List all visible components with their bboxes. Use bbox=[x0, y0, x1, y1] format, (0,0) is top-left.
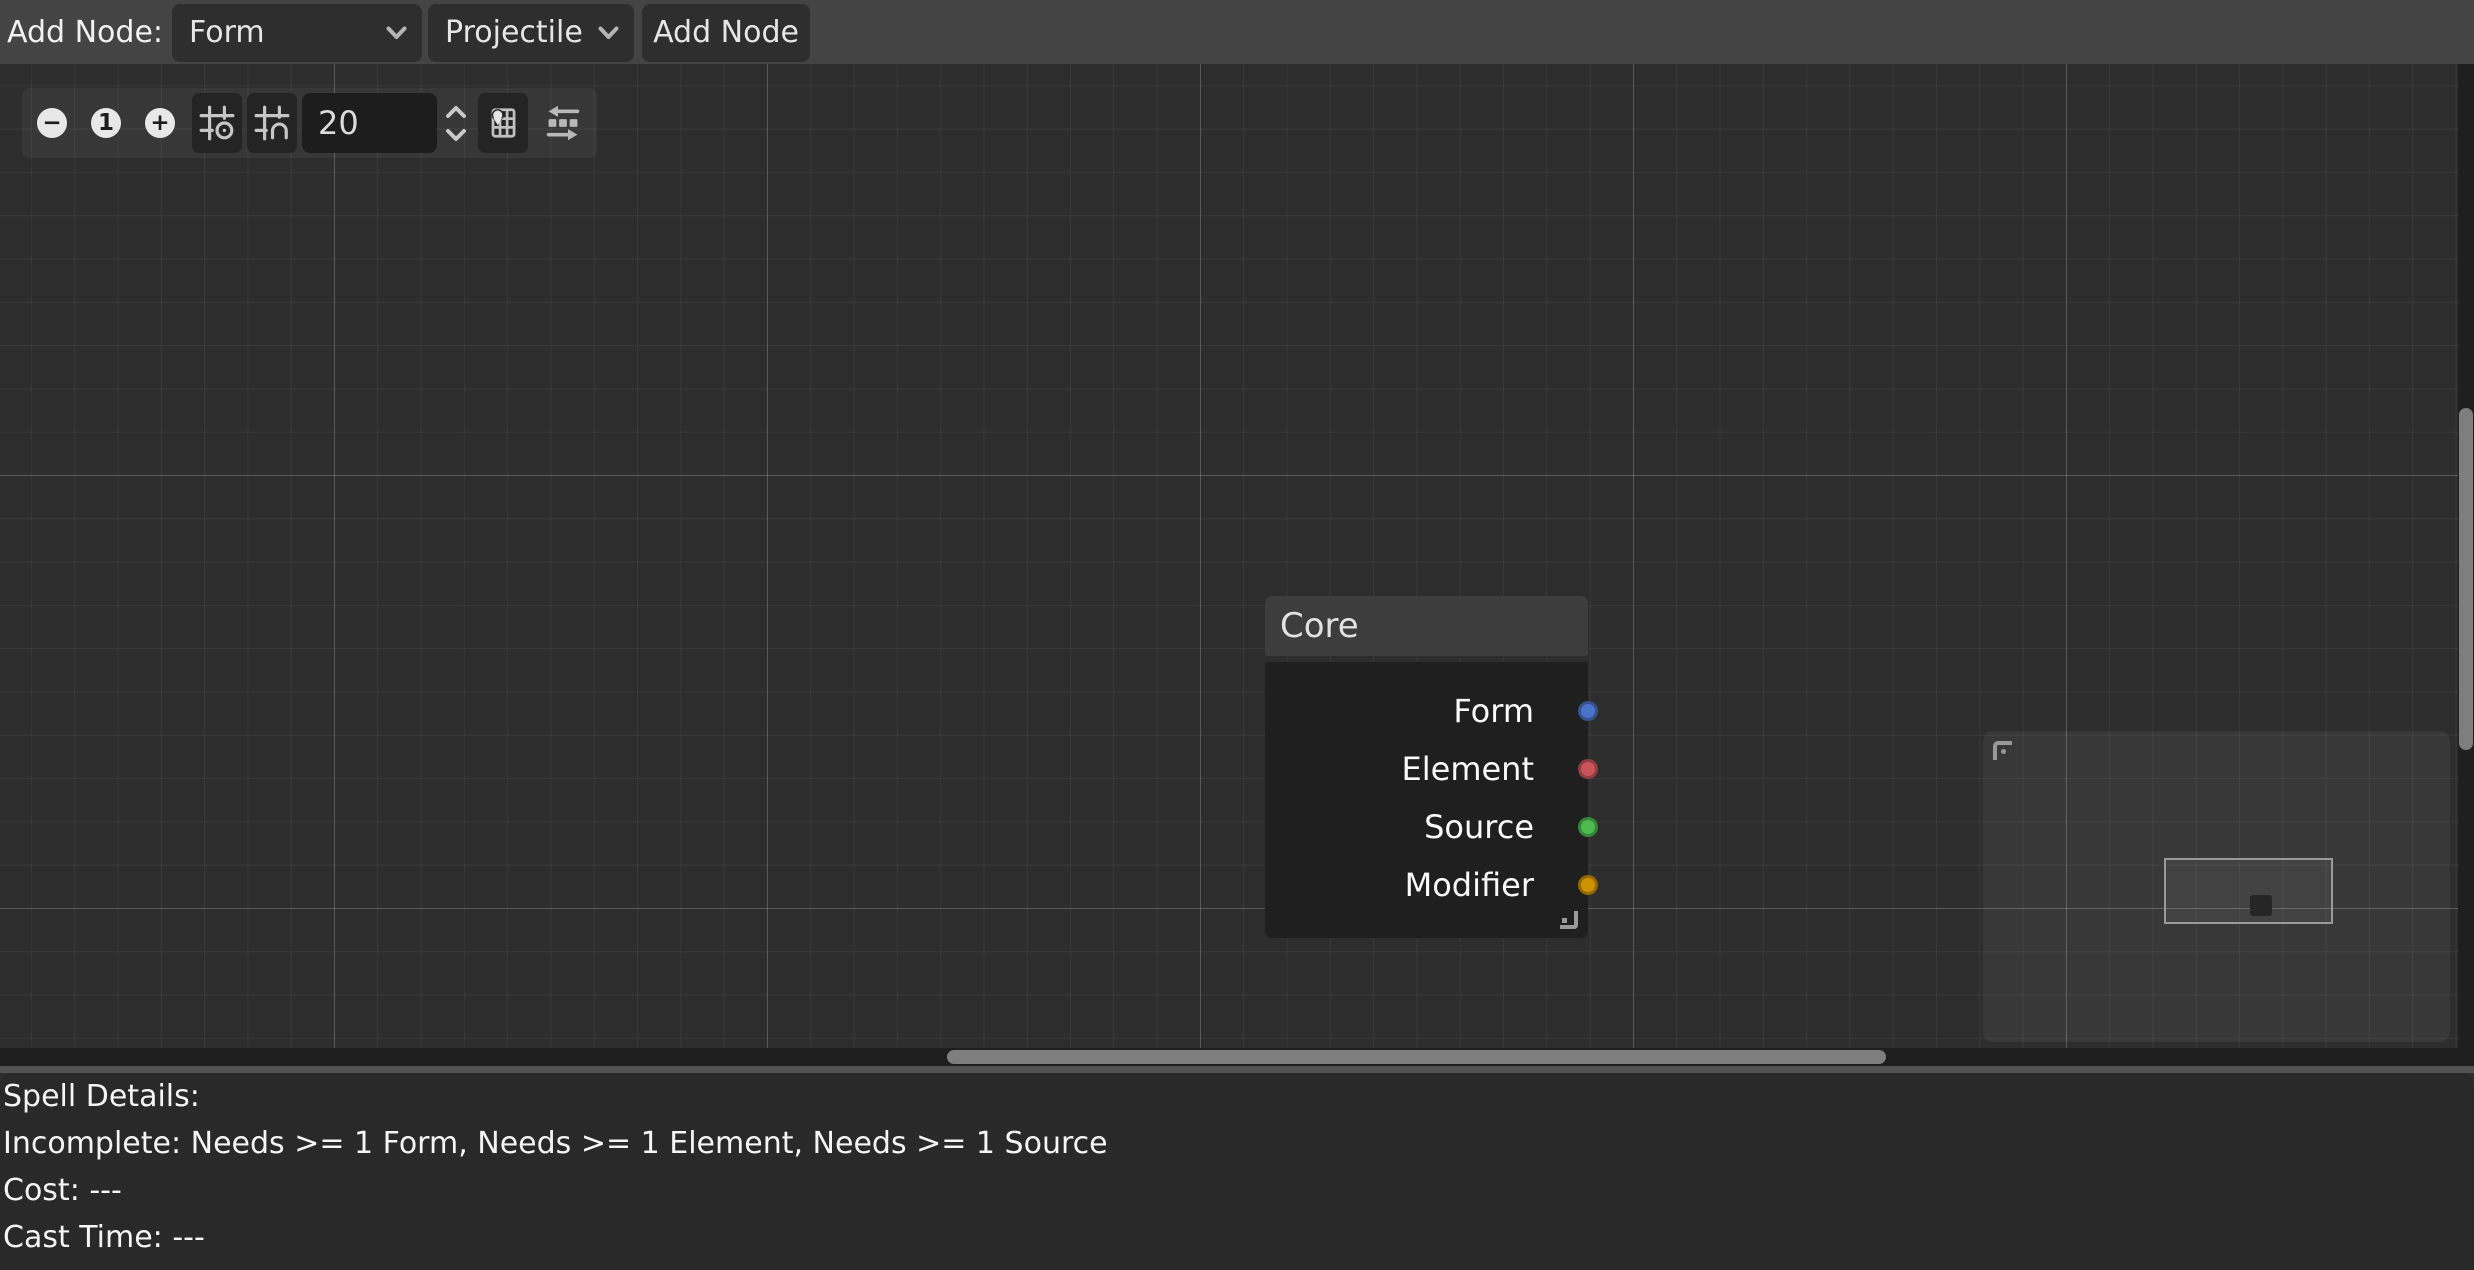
stepper-up-icon[interactable] bbox=[445, 105, 467, 119]
spell-details-panel: Spell Details: Incomplete: Needs >= 1 Fo… bbox=[0, 1073, 2474, 1270]
snap-toggle-button[interactable] bbox=[247, 93, 297, 153]
port-modifier[interactable] bbox=[1578, 875, 1598, 895]
port-source[interactable] bbox=[1578, 817, 1598, 837]
minimap-resize-handle-icon[interactable] bbox=[1993, 741, 2012, 760]
port-form[interactable] bbox=[1578, 701, 1598, 721]
port-label: Form bbox=[1453, 692, 1534, 730]
node-category-value: Form bbox=[189, 15, 265, 50]
spell-details-title: Spell Details: bbox=[3, 1073, 2474, 1120]
node-type-value: Projectile bbox=[445, 15, 583, 50]
horizontal-scrollbar-thumb[interactable] bbox=[947, 1050, 1886, 1064]
vertical-scrollbar-thumb[interactable] bbox=[2459, 408, 2473, 750]
stepper-down-icon[interactable] bbox=[445, 128, 467, 142]
port-row-form: Form bbox=[1265, 682, 1588, 740]
node-resize-handle-icon[interactable] bbox=[1560, 911, 1578, 929]
graph-minimap[interactable] bbox=[1983, 731, 2450, 1042]
arrange-nodes-button[interactable] bbox=[538, 93, 588, 153]
node-title-bar[interactable]: Core bbox=[1265, 596, 1588, 656]
port-label: Modifier bbox=[1405, 866, 1534, 904]
port-row-source: Source bbox=[1265, 798, 1588, 856]
spell-cost-text: Cost: --- bbox=[3, 1167, 2474, 1214]
node-category-dropdown[interactable]: Form bbox=[172, 4, 422, 62]
grid-dot-icon bbox=[198, 104, 236, 142]
chevron-down-icon bbox=[386, 26, 407, 40]
minimap-grid-pin-icon bbox=[484, 104, 522, 142]
add-node-toolbar: Add Node: Form Projectile Add Node bbox=[0, 0, 2474, 64]
port-element[interactable] bbox=[1578, 759, 1598, 779]
add-node-label: Add Node: bbox=[7, 15, 163, 50]
grid-magnet-icon bbox=[253, 104, 291, 142]
node-type-dropdown[interactable]: Projectile bbox=[428, 4, 634, 62]
node-body: Form Element Source Modifier bbox=[1265, 662, 1588, 938]
graph-canvas[interactable]: − 1 + bbox=[0, 64, 2474, 1048]
port-row-modifier: Modifier bbox=[1265, 856, 1588, 914]
spell-cast-time-text: Cast Time: --- bbox=[3, 1214, 2474, 1261]
minimap-toggle-button[interactable] bbox=[478, 93, 528, 153]
panel-divider bbox=[0, 1066, 2474, 1073]
zoom-in-button[interactable]: + bbox=[145, 108, 175, 138]
zoom-reset-button[interactable]: 1 bbox=[91, 108, 121, 138]
minimap-camera-rect[interactable] bbox=[2164, 858, 2333, 924]
arrange-nodes-icon bbox=[543, 103, 583, 143]
port-label: Source bbox=[1424, 808, 1534, 846]
port-label: Element bbox=[1402, 750, 1534, 788]
port-row-element: Element bbox=[1265, 740, 1588, 798]
graph-node-core[interactable]: Core Form Element Source Modifier bbox=[1265, 596, 1588, 938]
graph-toolbar: − 1 + bbox=[22, 88, 597, 158]
spell-status-text: Incomplete: Needs >= 1 Form, Needs >= 1 … bbox=[3, 1120, 2474, 1167]
zoom-out-button[interactable]: − bbox=[37, 108, 67, 138]
minimap-node-core bbox=[2250, 895, 2272, 916]
spell-node-editor: Add Node: Form Projectile Add Node − 1 + bbox=[0, 0, 2474, 1270]
add-node-button[interactable]: Add Node bbox=[642, 4, 810, 62]
snap-distance-input[interactable] bbox=[302, 93, 437, 153]
snap-distance-stepper bbox=[443, 93, 469, 153]
chevron-down-icon bbox=[598, 26, 619, 40]
grid-toggle-button[interactable] bbox=[192, 93, 242, 153]
